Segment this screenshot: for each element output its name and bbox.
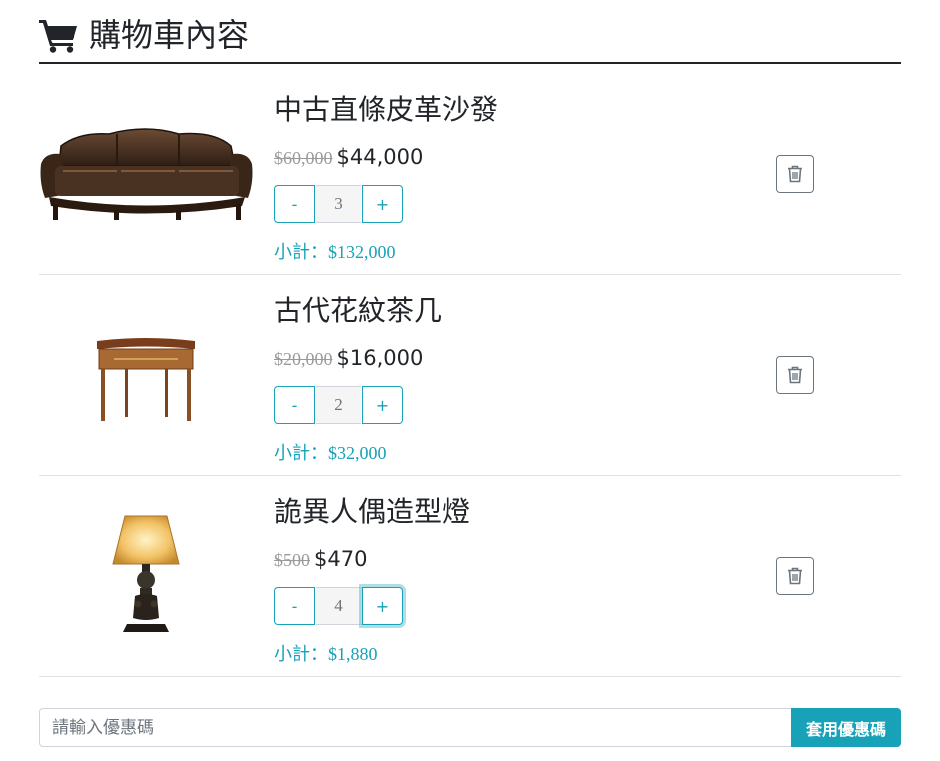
item-subtotal: 小計：$32,000 [274,443,387,463]
item-price: $60,000 $44,000 [274,145,423,169]
delete-item-button[interactable] [776,557,814,595]
quantity-stepper: - 4 + [274,587,405,625]
item-name: 詭異人偶造型燈 [274,495,471,528]
cart-page: 購物車內容 中古直條皮革沙發 $60,000 $44,000 - 3 + 小計：… [0,0,940,761]
quantity-value[interactable]: 4 [316,587,361,625]
trash-icon [788,366,802,384]
original-price: $20,000 [274,349,333,369]
apply-coupon-button[interactable]: 套用優惠碼 [791,708,901,747]
quantity-stepper: - 2 + [274,386,405,424]
item-image [112,515,180,632]
original-price: $500 [274,550,310,570]
cart-item: 古代花紋茶几 $20,000 $16,000 - 2 + 小計：$32,000 [39,275,901,476]
decrease-quantity-button[interactable]: - [274,386,315,424]
quantity-value[interactable]: 3 [316,185,361,223]
sale-price: $470 [314,547,368,571]
page-title: 購物車內容 [89,16,250,54]
item-subtotal: 小計：$132,000 [274,242,396,262]
shopping-cart-icon [39,20,77,53]
sale-price: $44,000 [336,145,424,169]
increase-quantity-button[interactable]: + [362,587,403,625]
sale-price: $16,000 [336,346,424,370]
delete-item-button[interactable] [776,356,814,394]
item-price: $20,000 $16,000 [274,346,423,370]
quantity-value[interactable]: 2 [316,386,361,424]
item-image [40,128,253,220]
decrease-quantity-button[interactable]: - [274,587,315,625]
cart-header: 購物車內容 [39,14,901,64]
trash-icon [788,165,802,183]
cart-item: 中古直條皮革沙發 $60,000 $44,000 - 3 + 小計：$132,00… [39,74,901,275]
coupon-input[interactable] [39,708,791,747]
cart-item: 詭異人偶造型燈 $500 $470 - 4 + 小計：$1,880 [39,476,901,677]
decrease-quantity-button[interactable]: - [274,185,315,223]
item-subtotal: 小計：$1,880 [274,644,378,664]
delete-item-button[interactable] [776,155,814,193]
item-name: 中古直條皮革沙發 [274,93,499,126]
original-price: $60,000 [274,148,333,168]
item-price: $500 $470 [274,547,367,571]
increase-quantity-button[interactable]: + [362,386,403,424]
increase-quantity-button[interactable]: + [362,185,403,223]
item-name: 古代花紋茶几 [274,294,443,327]
trash-icon [788,567,802,585]
coupon-form: 套用優惠碼 [39,708,901,747]
item-image [97,338,195,421]
quantity-stepper: - 3 + [274,185,405,223]
